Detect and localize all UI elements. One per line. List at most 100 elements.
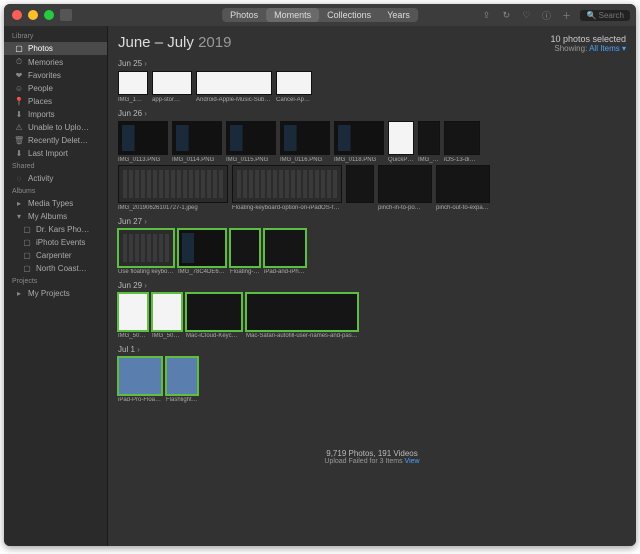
photo-thumb[interactable]: iPad-Pro-Floating… (118, 357, 162, 403)
tab-years[interactable]: Years (379, 8, 418, 22)
date-label[interactable]: Jun 29 (118, 281, 626, 290)
thumb-image (152, 293, 182, 331)
photo-thumb[interactable]: IMG_5004.P… (152, 293, 182, 339)
photo-thumb[interactable]: iPad-and-iPhone-… (264, 229, 306, 275)
thumb-image (118, 165, 228, 203)
photo-thumb[interactable]: IMG_0116.PNG (280, 121, 330, 163)
photo-thumb[interactable]: Floating-keyboard-option-on-iPadOS-full-… (232, 165, 342, 211)
thumb-image (118, 293, 148, 331)
toolbar-right: ⇪ ↻ ♡ ⓘ ＋ 🔍 Search (480, 9, 630, 21)
zoom-icon[interactable] (44, 10, 54, 20)
photo-thumb[interactable]: IMG_0113.PNG (118, 121, 168, 163)
sidebar-toggle-icon[interactable] (60, 9, 72, 21)
thumb-row: IMG_0113.PNG IMG_0114.PNG IMG_0115.PNG IMG_… (118, 121, 626, 163)
sidebar-item-iphoto-events[interactable]: ▢iPhoto Events (4, 236, 107, 249)
photo-thumb[interactable]: Android-Apple-Music-Subscription.jpg (196, 71, 272, 103)
sidebar-item-photos[interactable]: ▢Photos (4, 42, 107, 55)
thumb-caption: iPad-and-iPhone-… (264, 269, 306, 275)
photo-thumb[interactable]: IMG_5003.P… (118, 293, 148, 339)
sidebar-item-dr-kars-pho-[interactable]: ▢Dr. Kars Pho… (4, 223, 107, 236)
tab-moments[interactable]: Moments (266, 8, 319, 22)
sidebar-item-media-types[interactable]: ▸Media Types (4, 197, 107, 210)
content-area[interactable]: June – July 2019 10 photos selected Show… (108, 26, 636, 546)
sidebar-item-recently-delet-[interactable]: 🗑Recently Delet… (4, 134, 107, 147)
photo-thumb[interactable]: Use floating keyboard handle to spring b… (118, 229, 174, 275)
rotate-icon[interactable]: ↻ (500, 9, 512, 21)
thumb-caption: app-stor… (152, 97, 192, 103)
thumb-image (436, 165, 490, 203)
photo-thumb[interactable]: pinch-out-to-expand-floating-keyboard-t… (436, 165, 490, 211)
sidebar-item-unable-to-uplo-[interactable]: ⚠Unable to Uplo… (4, 121, 107, 134)
photo-thumb[interactable]: app-stor… (152, 71, 192, 103)
photo-thumb[interactable]: IMG_0… (418, 121, 440, 163)
minimize-icon[interactable] (28, 10, 38, 20)
sidebar-icon: ⏱ (14, 57, 24, 67)
sidebar-item-carpenter[interactable]: ▢Carpenter (4, 249, 107, 262)
tab-collections[interactable]: Collections (319, 8, 379, 22)
sidebar-item-my-albums[interactable]: ▾My Albums (4, 210, 107, 223)
sidebar-item-label: Activity (28, 174, 53, 183)
thumb-caption: Floating-keyboard-option-on-iPadOS-full-… (232, 205, 342, 211)
photo-thumb[interactable]: IMG_0114.PNG (172, 121, 222, 163)
photo-thumb[interactable]: QuickPath-key… (388, 121, 414, 163)
photo-thumb[interactable]: Floating-keyboar… (230, 229, 260, 275)
photo-thumb[interactable]: IMG_0115.PNG (226, 121, 276, 163)
showing-filter[interactable]: All Items ▾ (589, 44, 626, 53)
photo-thumb[interactable] (346, 165, 374, 211)
sidebar-icon: ⬇ (14, 110, 24, 119)
photo-thumb[interactable]: iOS-13-di… (444, 121, 480, 163)
view-failed-link[interactable]: View (405, 458, 420, 465)
selection-count: 10 photos selected (550, 34, 626, 44)
sidebar-icon: ▢ (14, 44, 24, 53)
sidebar-item-last-import[interactable]: ⬇ Last Import (4, 147, 107, 160)
sidebar-item-places[interactable]: 📍Places (4, 95, 107, 108)
sidebar-item-north-coast-[interactable]: ▢North Coast… (4, 262, 107, 275)
tab-photos[interactable]: Photos (222, 8, 266, 22)
sidebar-item-label: Last Import (28, 149, 68, 158)
info-icon[interactable]: ⓘ (540, 9, 552, 21)
photo-thumb[interactable]: Cancel-Ap… (276, 71, 312, 103)
date-label[interactable]: Jun 25 (118, 59, 626, 68)
thumb-caption: IMG_78C4DE653… (178, 269, 226, 275)
thumb-caption: IMG_0114.PNG (172, 157, 222, 163)
sidebar-item-people[interactable]: ☺ People (4, 82, 107, 95)
photo-thumb[interactable]: Flashlight-sider… (166, 357, 198, 403)
thumb-caption: Flashlight-sider… (166, 397, 198, 403)
close-icon[interactable] (12, 10, 22, 20)
sidebar-item-memories[interactable]: ⏱Memories (4, 55, 107, 69)
share-icon[interactable]: ⇪ (480, 9, 492, 21)
sidebar-item-imports[interactable]: ⬇Imports (4, 108, 107, 121)
sidebar-icon: ☺ (14, 84, 24, 93)
thumb-caption: IMG_5003.P… (118, 333, 148, 339)
photo-thumb[interactable]: Mac-iCloud-Keyc… (186, 293, 242, 339)
sidebar-item-my-projects[interactable]: ▸My Projects (4, 287, 107, 300)
sidebar-item-activity[interactable]: ◌Activity (4, 172, 107, 185)
photo-thumb[interactable]: Mac-Safari-autofill-user-names-and-passw… (246, 293, 358, 339)
add-icon[interactable]: ＋ (560, 9, 572, 21)
favorite-icon[interactable]: ♡ (520, 9, 532, 21)
search-input[interactable]: 🔍 Search (580, 10, 630, 21)
sidebar-item-label: Unable to Uplo… (28, 123, 89, 132)
thumb-image (196, 71, 272, 95)
titlebar: PhotosMomentsCollectionsYears ⇪ ↻ ♡ ⓘ ＋ … (4, 4, 636, 26)
sidebar-item-label: People (28, 84, 53, 93)
photo-thumb[interactable]: IMG_0118.PNG (334, 121, 384, 163)
date-label[interactable]: Jul 1 (118, 345, 626, 354)
thumb-caption: IMG_5004.P… (152, 333, 182, 339)
thumb-image (334, 121, 384, 155)
thumb-image (118, 357, 162, 395)
photo-thumb[interactable]: pinch-in-to-po… (378, 165, 432, 211)
photo-thumb[interactable]: IMG_20190626101727-1.jpeg (118, 165, 228, 211)
view-switcher[interactable]: PhotosMomentsCollectionsYears (222, 8, 418, 22)
sidebar-icon: ❤ (14, 71, 24, 80)
date-label[interactable]: Jun 27 (118, 217, 626, 226)
sidebar-icon: ⬇ (14, 149, 24, 158)
date-label[interactable]: Jun 26 (118, 109, 626, 118)
sidebar-item-favorites[interactable]: ❤Favorites (4, 69, 107, 82)
library-counts: 9,719 Photos, 191 Videos (108, 449, 636, 458)
photo-thumb[interactable]: IMG_78C4DE653… (178, 229, 226, 275)
thumb-caption: IMG_0115.PNG (226, 157, 276, 163)
thumb-image (280, 121, 330, 155)
photo-thumb[interactable]: IMG_1… (118, 71, 148, 103)
thumb-image (230, 229, 260, 267)
